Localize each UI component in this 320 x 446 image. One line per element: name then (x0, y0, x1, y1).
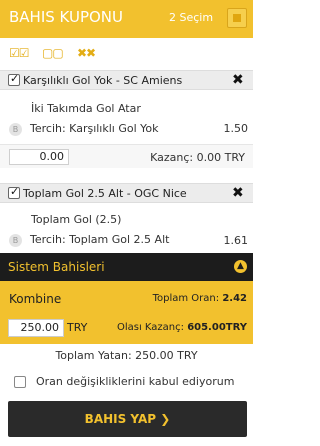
possible-win-value: 605.00TRY (187, 322, 247, 333)
accept-odds-row[interactable]: Oran değişikliklerini kabul ediyorum (0, 375, 253, 393)
bet-header: Toplam Gol 2.5 Alt - OGC Nice ✖ (0, 183, 253, 203)
betslip-header[interactable]: BAHIS KUPONU 2 Seçim (0, 0, 253, 38)
total-odds-label: Toplam Oran: (152, 293, 220, 304)
place-bet-label: BAHIS YAP ❯ (8, 412, 247, 426)
stake-row: 0.00 Kazanç: 0.00 TRY (0, 144, 253, 168)
pick-label: Tercih: Karşılıklı Gol Yok (30, 122, 159, 135)
remove-bet-icon[interactable]: ✖ (232, 185, 244, 201)
accept-odds-label: Oran değişikliklerini kabul ediyorum (36, 375, 235, 388)
combo-amount-input[interactable]: 250.00 (8, 319, 64, 337)
total-stake: Toplam Yatan: 250.00 TRY (55, 349, 198, 362)
place-bet-button[interactable]: BAHIS YAP ❯ (8, 401, 247, 437)
bet-item: Toplam Gol 2.5 Alt - OGC Nice ✖ Toplam G… (0, 183, 253, 253)
system-bets-bar[interactable]: Sistem Bahisleri ▲ (0, 253, 253, 281)
pick-label: Tercih: Toplam Gol 2.5 Alt (30, 233, 170, 246)
place-bet-text: BAHIS YAP (84, 412, 157, 426)
uncheck-all-icon[interactable]: ▢▢ (42, 46, 64, 60)
total-odds-value: 2.42 (222, 293, 247, 304)
selection-count: 2 Seçim (169, 11, 214, 24)
check-all-icon[interactable]: ☑☑ (9, 46, 29, 60)
match-name: Toplam Gol 2.5 Alt - OGC Nice (23, 187, 187, 200)
bet-type-icon: B (9, 234, 22, 247)
remove-bet-icon[interactable]: ✖ (232, 72, 244, 88)
bet-checkbox[interactable] (8, 185, 20, 199)
delete-all-icon[interactable]: ✖✖ (77, 46, 96, 60)
system-bets-label: Sistem Bahisleri (8, 260, 105, 274)
combo-label: Kombine (9, 292, 62, 306)
stake-input[interactable]: 0.00 (9, 149, 69, 165)
chevron-right-icon: ❯ (160, 412, 171, 426)
combo-panel: Kombine Toplam Oran: 2.42 250.00 TRY Ola… (0, 281, 253, 344)
accept-odds-checkbox[interactable] (14, 376, 26, 388)
odd-value: 1.61 (223, 234, 249, 247)
market-name: Toplam Gol (2.5) (31, 213, 122, 226)
match-name: Karşılıklı Gol Yok - SC Amiens (23, 74, 183, 87)
odd-value: 1.50 (223, 122, 249, 135)
betslip-tools: ☑☑ ▢▢ ✖✖ (0, 46, 253, 64)
total-odds: Toplam Oran: 2.42 (153, 293, 247, 304)
bet-header: Karşılıklı Gol Yok - SC Amiens ✖ (0, 70, 253, 90)
market-name: İki Takımda Gol Atar (31, 102, 141, 115)
win-amount: Kazanç: 0.00 TRY (150, 151, 245, 164)
possible-win-label: Olası Kazanç: (116, 322, 184, 333)
bet-type-icon: B (9, 123, 22, 136)
betslip-title: BAHIS KUPONU (9, 8, 124, 26)
bet-item: Karşılıklı Gol Yok - SC Amiens ✖ İki Tak… (0, 70, 253, 173)
bet-checkbox[interactable] (8, 72, 20, 86)
currency-label: TRY (67, 321, 88, 334)
possible-win: Olası Kazanç: 605.00TRY (117, 322, 247, 333)
collapse-toggle-icon[interactable] (227, 8, 247, 28)
expand-up-icon[interactable]: ▲ (234, 260, 247, 273)
